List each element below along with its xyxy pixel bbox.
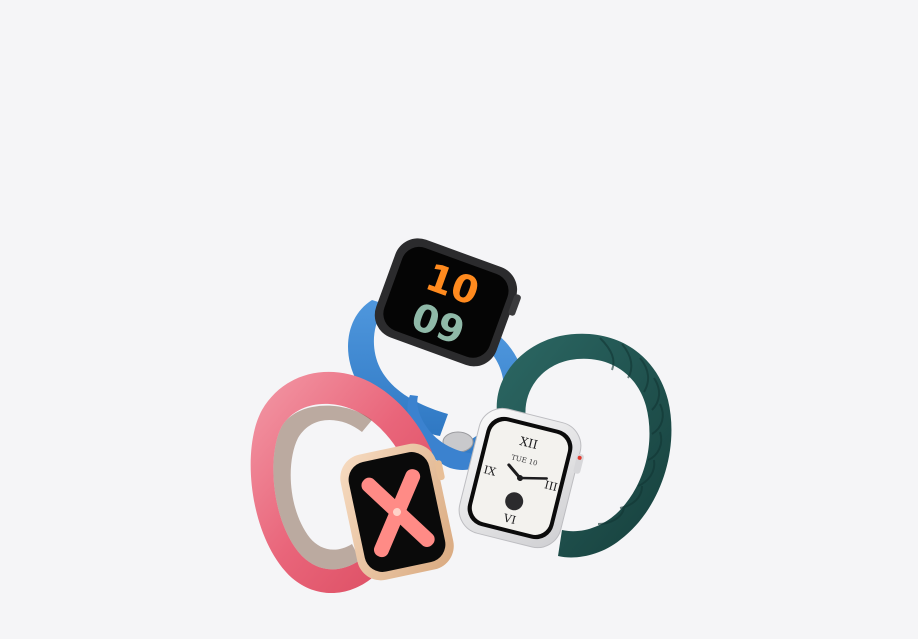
pink-loop-watch [250, 371, 454, 594]
product-image: 10 09 XII III VI IX TUE 10 [0, 0, 918, 639]
apple-watch-group-illustration: 10 09 XII III VI IX TUE 10 [250, 238, 672, 594]
green-leather-loop-watch: XII III VI IX TUE 10 [458, 333, 672, 558]
